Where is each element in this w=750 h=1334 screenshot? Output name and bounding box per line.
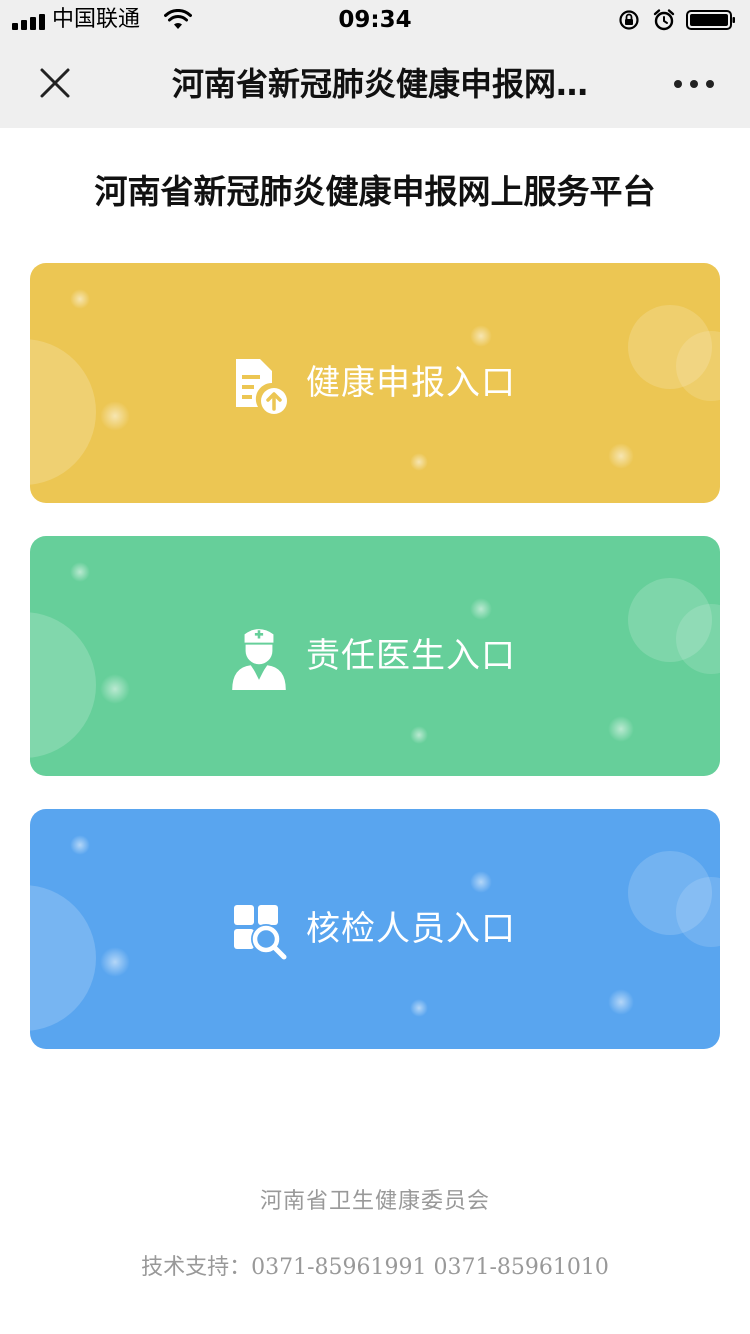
entry-label: 核检人员入口	[306, 909, 516, 949]
nav-bar: 河南省新冠肺炎健康申报网上服务平台	[0, 40, 750, 128]
health-report-entry-button[interactable]: 健康申报入口	[30, 263, 720, 503]
page-title: 河南省新冠肺炎健康申报网上服务平台	[94, 172, 656, 211]
footer-organization: 河南省卫生健康委员会	[259, 1189, 490, 1214]
nav-title: 河南省新冠肺炎健康申报网上服务平台	[172, 65, 592, 103]
battery-icon	[686, 10, 735, 30]
close-button[interactable]	[32, 62, 78, 108]
inspection-search-icon	[234, 905, 287, 960]
entry-label: 责任医生入口	[306, 636, 516, 676]
inspector-entry-button[interactable]: 核检人员入口	[30, 809, 720, 1049]
alarm-icon	[653, 9, 675, 31]
document-upload-icon	[236, 359, 287, 414]
footer-tech-support: 技术支持：0371-85961991 0371-85961010	[141, 1255, 609, 1280]
entry-label: 健康申报入口	[306, 363, 516, 403]
orientation-lock-icon	[619, 10, 639, 30]
more-options-button[interactable]	[664, 72, 724, 96]
doctor-icon	[232, 629, 286, 690]
doctor-entry-button[interactable]: 责任医生入口	[30, 536, 720, 776]
status-bar: 中国联通 09:34	[0, 0, 750, 40]
